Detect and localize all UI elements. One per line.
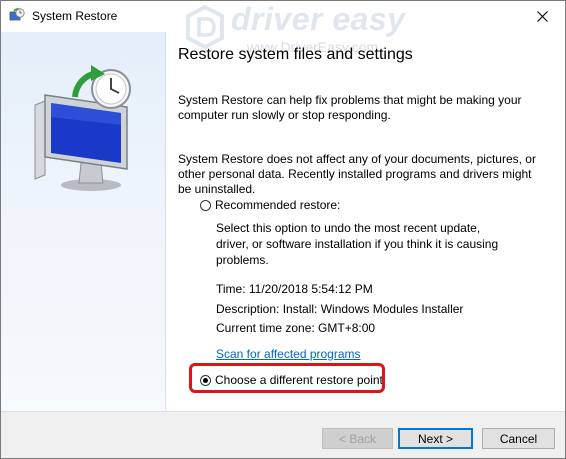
left-graphic-panel — [1, 32, 166, 411]
system-restore-window: System Restore driver easy www.DriverEas… — [0, 0, 566, 459]
system-restore-icon — [9, 8, 25, 21]
close-button[interactable] — [519, 1, 565, 31]
recommended-restore-option[interactable]: Recommended restore: — [200, 198, 340, 212]
title-bar[interactable]: System Restore — [1, 1, 565, 31]
system-restore-illustration-icon — [34, 65, 131, 191]
button-bar: < Back Next > Cancel — [1, 411, 565, 458]
recommended-restore-description: Select this option to undo the most rece… — [216, 221, 499, 267]
different-restore-point-option[interactable]: Choose a different restore point — [200, 373, 383, 387]
page-heading: Restore system files and settings — [178, 46, 413, 63]
close-icon — [536, 10, 548, 22]
restore-timezone: Current time zone: GMT+8:00 — [216, 321, 376, 335]
recommended-restore-label: Recommended restore: — [215, 198, 341, 212]
next-button[interactable]: Next > — [398, 428, 473, 449]
restore-time: Time: 11/20/2018 5:54:12 PM — [216, 282, 373, 296]
different-restore-point-radio[interactable] — [200, 374, 211, 386]
scan-affected-programs-link[interactable]: Scan for affected programs — [216, 347, 361, 361]
content-area: Restore system files and settings System… — [166, 32, 565, 411]
back-button[interactable]: < Back — [322, 428, 393, 449]
restore-description: Description: Install: Windows Modules In… — [216, 302, 464, 316]
intro-text: System Restore can help fix problems tha… — [178, 93, 522, 122]
notice-text: System Restore does not affect any of yo… — [178, 152, 536, 196]
recommended-restore-radio[interactable] — [200, 199, 211, 211]
different-restore-point-label: Choose a different restore point — [215, 373, 383, 387]
window-title: System Restore — [32, 9, 118, 23]
cancel-button[interactable]: Cancel — [482, 428, 555, 449]
